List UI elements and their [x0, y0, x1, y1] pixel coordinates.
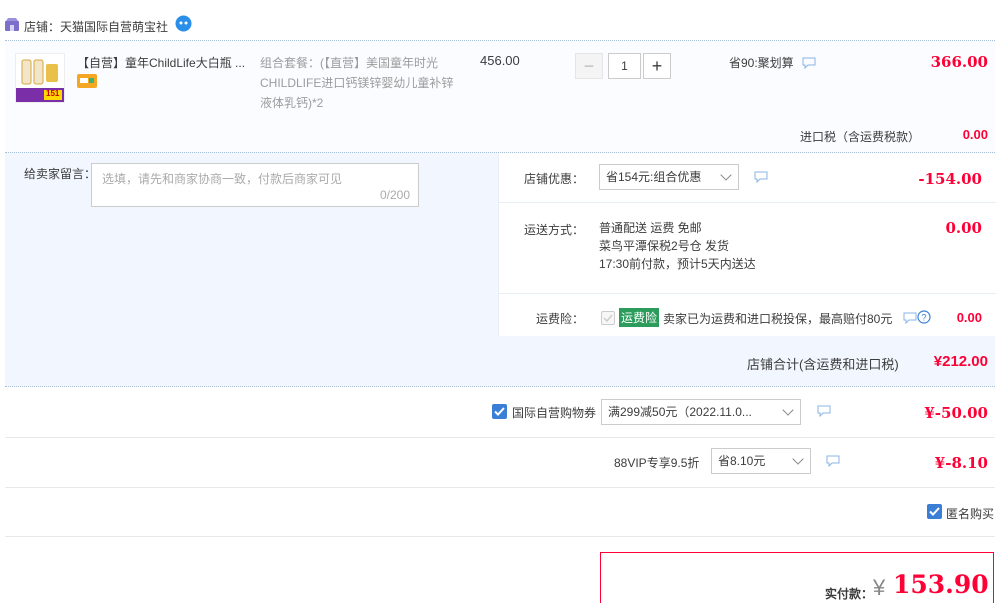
divider — [5, 437, 995, 438]
quantity-decrease-button[interactable]: − — [575, 53, 603, 79]
insurance-comment-icon[interactable] — [903, 312, 917, 325]
insurance-tag: 运费险 — [619, 308, 660, 327]
import-tax-label: 进口税（含运费税款） — [800, 130, 921, 144]
divider — [499, 202, 996, 203]
coupon-select[interactable]: 满299减50元（2022.11.0... — [601, 399, 801, 425]
insurance-checkbox — [601, 311, 615, 325]
coupon-checkbox[interactable] — [492, 404, 507, 419]
coupon-label: 国际自营购物券 — [512, 406, 597, 420]
vip-comment-icon[interactable] — [826, 455, 840, 468]
store-icon — [5, 18, 19, 31]
chevron-down-icon — [782, 404, 794, 416]
message-char-count: 0/200 — [379, 188, 410, 202]
coupon-comment-icon[interactable] — [817, 405, 831, 418]
promo-comment-icon[interactable] — [802, 57, 816, 70]
shop-discount-value: -154.00 — [918, 170, 982, 188]
shipping-label: 运送方式： — [523, 223, 584, 237]
order-details-panel: 给卖家留言： 选填，请先和商家协商一致，付款后商家可见 0/200 店铺优惠： … — [5, 152, 996, 337]
vip-discount-select[interactable]: 省8.10元 — [711, 448, 811, 474]
seller-message-placeholder: 选填，请先和商家协商一致，付款后商家可见 — [102, 172, 343, 186]
order-options-panel: 店铺优惠： 省154元:组合优惠 -154.00 运送方式： 普通配送 运费 免… — [498, 153, 996, 337]
shipping-warehouse: 菜鸟平潭保税2号仓 发货 — [599, 239, 730, 253]
divider — [5, 536, 995, 537]
shipping-fee-value: 0.00 — [945, 219, 982, 237]
divider — [499, 293, 996, 294]
import-tax-value: 0.00 — [962, 127, 988, 142]
payment-amount: 153.90 — [893, 570, 989, 599]
order-item-row: 151 【自营】童年ChildLife大白瓶 ... 组合套餐：(【直营】美国童… — [5, 40, 995, 152]
thumbnail-badge: 151 — [46, 89, 60, 98]
payment-summary-box: 实付款： ¥ 153.90 — [600, 552, 994, 603]
quantity-input[interactable]: 1 — [608, 53, 641, 79]
product-thumbnail[interactable]: 151 — [15, 53, 65, 103]
payment-label: 实付款： — [825, 587, 874, 601]
shop-discount-select[interactable]: 省154元:组合优惠 — [599, 164, 739, 190]
vip-discount-value: ¥-8.10 — [934, 454, 988, 472]
unit-price: 456.00 — [480, 53, 520, 68]
coupon-value: ¥-50.00 — [924, 404, 988, 422]
insurance-description: 卖家已为运费和进口税投保，最高赔付80元 — [663, 312, 893, 326]
anonymous-checkbox[interactable] — [927, 504, 942, 519]
shop-total-label: 店铺合计(含运费和进口税) — [747, 357, 899, 372]
shipping-info: 普通配送 运费 免邮 菜鸟平潭保税2号仓 发货 17:30前付款，预计5天内送达 — [599, 219, 756, 273]
shop-total-row: 店铺合计(含运费和进口税) ¥212.00 — [5, 336, 995, 387]
chat-seller-icon[interactable] — [175, 15, 192, 32]
vip-discount-selected: 省8.10元 — [718, 454, 766, 468]
shipping-method: 普通配送 运费 免邮 — [599, 221, 702, 235]
coupon-selected: 满299减50元（2022.11.0... — [608, 405, 752, 419]
item-subtotal: 366.00 — [930, 53, 988, 71]
shipping-eta: 17:30前付款，预计5天内送达 — [599, 257, 756, 271]
divider — [5, 487, 995, 488]
shop-discount-selected: 省154元:组合优惠 — [606, 170, 702, 184]
credit-card-icon — [77, 73, 97, 89]
seller-message-input[interactable]: 选填，请先和商家协商一致，付款后商家可见 0/200 — [91, 163, 419, 207]
shop-total-value: ¥212.00 — [933, 353, 988, 370]
chevron-down-icon — [792, 453, 804, 465]
shop-header: 店铺：天猫国际自营萌宝社 — [0, 12, 1007, 40]
product-title-link[interactable]: 【自营】童年ChildLife大白瓶 ... — [77, 54, 255, 71]
seller-message-label: 给卖家留言： — [24, 167, 97, 181]
payment-currency: ¥ — [873, 575, 886, 600]
item-promotion: 省90:聚划算 — [729, 56, 794, 70]
discount-comment-icon[interactable] — [754, 171, 768, 184]
shop-discount-label: 店铺优惠： — [523, 172, 584, 186]
chevron-down-icon — [720, 169, 732, 181]
shop-name-link[interactable]: 店铺：天猫国际自营萌宝社 — [24, 18, 168, 35]
insurance-value: 0.00 — [956, 310, 982, 325]
insurance-label: 运费险： — [535, 312, 584, 326]
quantity-increase-button[interactable]: + — [643, 53, 671, 79]
product-sku: 组合套餐：(【直营】美国童年时光CHILDLIFE进口钙镁锌婴幼儿童补锌液体乳钙… — [260, 56, 454, 110]
vip-discount-label: 88VIP专享9.5折 — [614, 456, 700, 470]
anonymous-label: 匿名购买 — [946, 507, 995, 521]
